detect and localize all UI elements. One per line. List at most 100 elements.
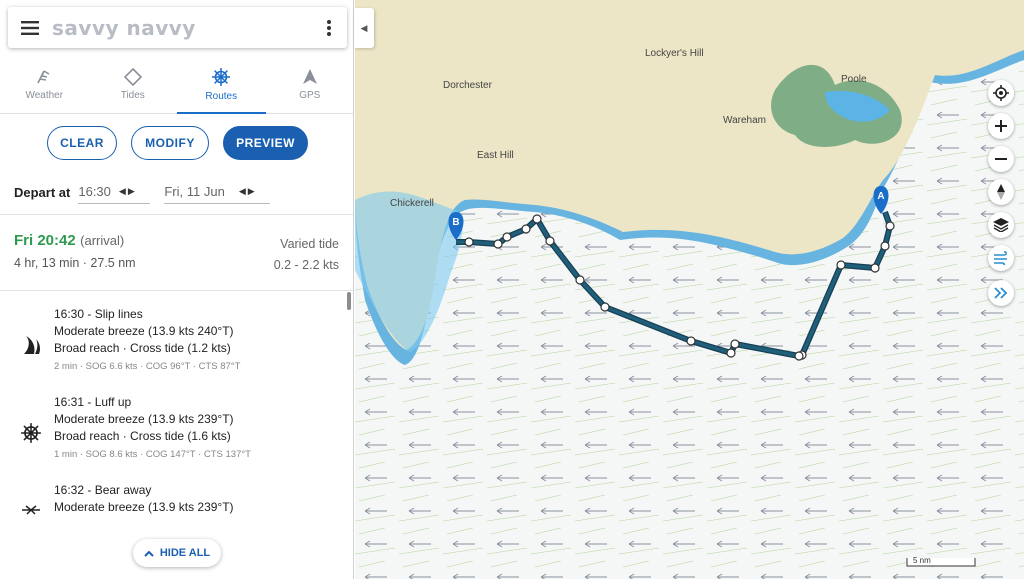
route-waypoint[interactable] <box>532 214 542 224</box>
tab-weather[interactable]: Weather <box>0 56 89 113</box>
top-bar: savvy navvy <box>8 7 347 48</box>
route-actions: CLEAR MODIFY PREVIEW <box>47 126 308 160</box>
tide-arrows-icon <box>994 287 1008 299</box>
plus-icon <box>995 120 1007 132</box>
route-waypoint[interactable] <box>502 232 512 242</box>
clear-button[interactable]: CLEAR <box>47 126 117 160</box>
list-item[interactable]: 16:30 - Slip lines Moderate breeze (13.9… <box>0 306 344 394</box>
route-waypoint[interactable] <box>686 336 696 346</box>
tab-gps[interactable]: GPS <box>266 56 354 113</box>
place-label: Poole <box>841 74 867 85</box>
step-wind: Moderate breeze (13.9 kts 239°T) <box>54 412 234 426</box>
depart-date-value: Fri, 11 Jun <box>164 184 225 199</box>
modify-button[interactable]: MODIFY <box>131 126 209 160</box>
chart-map[interactable]: Lockyer's Hill Dorchester Poole Wareham … <box>355 0 1024 579</box>
step-wind: Moderate breeze (13.9 kts 240°T) <box>54 324 234 338</box>
tab-label: Weather <box>25 90 64 101</box>
route-waypoint[interactable] <box>794 351 804 361</box>
hide-all-label: HIDE ALL <box>159 547 211 559</box>
step-sail: Broad reach · Cross tide (1.6 kts) <box>54 429 231 443</box>
tab-label: Tides <box>120 90 145 101</box>
wind-layer-button[interactable] <box>988 245 1014 271</box>
step-title: 16:30 - Slip lines <box>54 307 143 321</box>
hide-all-button[interactable]: HIDE ALL <box>133 539 221 567</box>
place-label: Chickerell <box>390 198 434 209</box>
tide-summary: Varied tide 0.2 - 2.2 kts <box>274 234 339 276</box>
chevron-up-icon <box>144 550 154 557</box>
scale-label: 5 nm <box>913 556 931 565</box>
tide-layer-button[interactable] <box>988 280 1014 306</box>
tab-routes[interactable]: Routes <box>177 56 266 114</box>
step-wind: Moderate breeze (13.9 kts 239°T) <box>54 500 234 514</box>
menu-button[interactable] <box>8 7 52 48</box>
arrival-time: Fri 20:42 <box>14 232 76 249</box>
bear-away-icon <box>22 505 40 515</box>
depart-date-field[interactable]: Fri, 11 Jun ◀▶ <box>164 180 271 204</box>
wind-icon <box>994 251 1007 265</box>
tides-icon <box>123 68 142 86</box>
place-label: Lockyer's Hill <box>645 48 704 59</box>
layers-icon <box>993 218 1009 232</box>
route-waypoint[interactable] <box>521 224 531 234</box>
divider <box>0 214 353 215</box>
depart-time-field[interactable]: 16:30 ◀▶ <box>78 180 151 204</box>
zoom-in-button[interactable] <box>988 113 1014 139</box>
locate-button[interactable] <box>988 80 1014 106</box>
app-root: savvy navvy Weather Tides Routes GPS CLE… <box>0 0 1024 579</box>
helm-icon <box>212 68 231 86</box>
step-title: 16:32 - Bear away <box>54 483 152 497</box>
step-meta: 1 min · SOG 8.6 kts · COG 147°T · CTS 13… <box>54 449 251 460</box>
minus-icon <box>995 158 1007 160</box>
kebab-icon <box>327 19 331 36</box>
scrollbar-thumb[interactable] <box>347 292 351 310</box>
route-waypoint[interactable] <box>726 348 736 358</box>
route-panel: savvy navvy Weather Tides Routes GPS CLE… <box>0 0 354 579</box>
route-waypoint[interactable] <box>464 237 474 247</box>
hamburger-icon <box>21 20 39 35</box>
route-waypoint[interactable] <box>870 263 880 273</box>
marker-end-label: B <box>452 217 459 228</box>
date-stepper-icon[interactable]: ◀▶ <box>239 186 257 197</box>
sail-icon <box>24 336 40 354</box>
place-label: Wareham <box>723 115 766 126</box>
helm-icon <box>21 423 41 443</box>
gps-icon <box>302 69 317 84</box>
route-waypoint[interactable] <box>545 236 555 246</box>
route-waypoint[interactable] <box>885 221 895 231</box>
time-stepper-icon[interactable]: ◀▶ <box>119 186 137 197</box>
preview-button[interactable]: PREVIEW <box>223 126 308 160</box>
route-waypoint[interactable] <box>493 239 503 249</box>
locate-icon <box>993 85 1009 101</box>
divider <box>0 290 353 291</box>
route-waypoint[interactable] <box>575 275 585 285</box>
route-summary: Fri 20:42 (arrival) 4 hr, 13 min · 27.5 … <box>14 232 339 272</box>
zoom-out-button[interactable] <box>988 146 1014 172</box>
compass-icon <box>997 184 1005 200</box>
layers-button[interactable] <box>988 212 1014 238</box>
step-sail: Broad reach · Cross tide (1.2 kts) <box>54 341 231 355</box>
place-label: East Hill <box>477 150 514 161</box>
step-title: 16:31 - Luff up <box>54 395 132 409</box>
compass-button[interactable] <box>988 179 1014 205</box>
list-item[interactable]: 16:31 - Luff up Moderate breeze (13.9 kt… <box>0 394 344 482</box>
depart-time-value: 16:30 <box>78 184 111 199</box>
marker-start-label: A <box>877 191 884 202</box>
depart-row: Depart at 16:30 ◀▶ Fri, 11 Jun ◀▶ <box>14 180 271 204</box>
tide-range: 0.2 - 2.2 kts <box>273 258 339 272</box>
map-canvas[interactable]: Lockyer's Hill Dorchester Poole Wareham … <box>355 0 1024 579</box>
arrival-label: (arrival) <box>80 233 125 248</box>
more-options-button[interactable] <box>311 7 347 48</box>
step-meta: 2 min · SOG 6.6 kts · COG 96°T · CTS 87°… <box>54 361 241 372</box>
nav-tabs: Weather Tides Routes GPS <box>0 56 354 114</box>
tab-label: GPS <box>299 90 321 101</box>
route-waypoint[interactable] <box>836 260 846 270</box>
tab-tides[interactable]: Tides <box>89 56 178 113</box>
route-waypoint[interactable] <box>600 302 610 312</box>
weather-icon <box>37 70 50 84</box>
place-label: Dorchester <box>443 80 493 91</box>
route-waypoint[interactable] <box>730 339 740 349</box>
route-waypoint[interactable] <box>880 241 890 251</box>
brand-logo: savvy navvy <box>52 15 196 40</box>
depart-label: Depart at <box>14 184 71 200</box>
collapse-panel-button[interactable]: ◀ <box>354 8 374 48</box>
